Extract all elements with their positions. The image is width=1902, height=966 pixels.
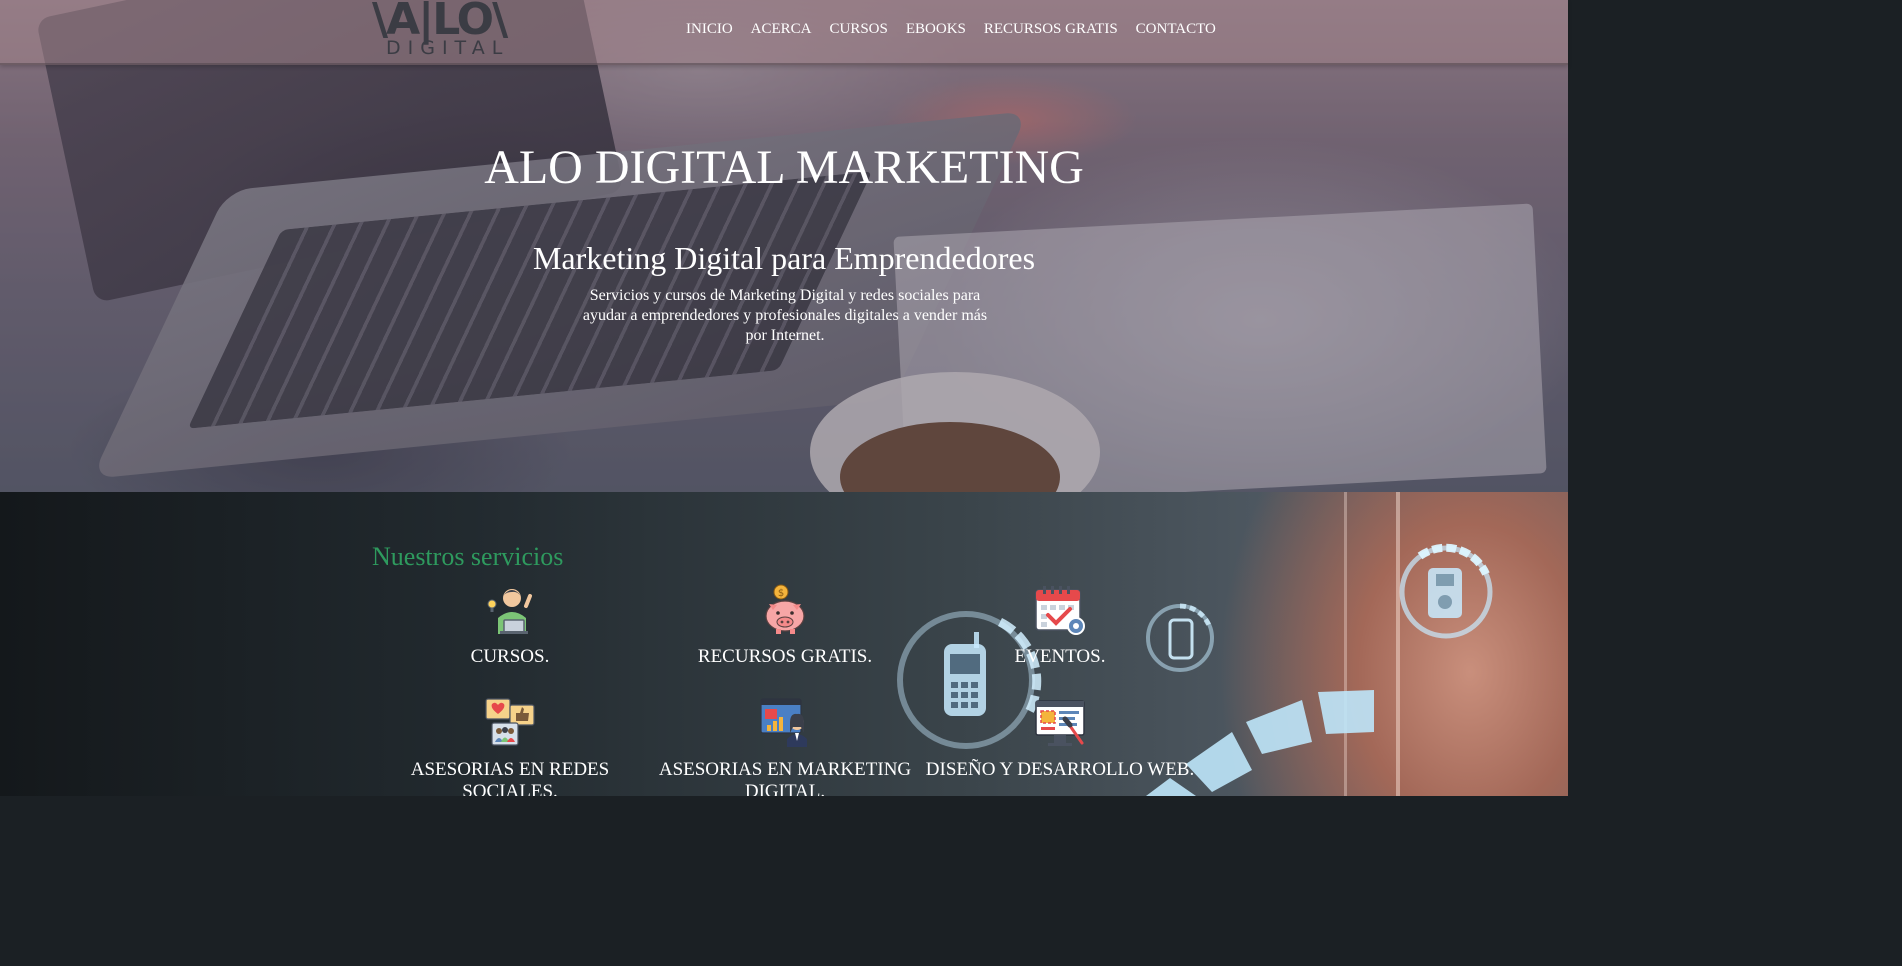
nav-item-inicio[interactable]: INICIO (686, 19, 733, 39)
service-cursos[interactable]: CURSOS. (370, 584, 650, 668)
nav-item-contacto[interactable]: CONTACTO (1136, 19, 1216, 39)
service-label: ASESORIAS EN MARKETING DIGITAL. (658, 759, 912, 796)
piggy-bank-icon: $ (765, 584, 805, 634)
service-diseno-desarrollo-web[interactable]: DISEÑO Y DESARROLLO WEB. (920, 697, 1200, 781)
nav-item-acerca[interactable]: ACERCA (751, 19, 812, 39)
service-label: ASESORIAS EN REDES SOCIALES. (410, 759, 610, 796)
svg-text:$: $ (778, 588, 784, 599)
hero-section: ALO DIGITAL MARKETING Marketing Digital … (0, 0, 1568, 492)
service-label: RECURSOS GRATIS. (697, 646, 873, 667)
hero-subtitle: Marketing Digital para Emprendedores (532, 240, 1036, 276)
nav-item-recursos-gratis[interactable]: RECURSOS GRATIS (984, 19, 1118, 39)
web-design-icon (1035, 700, 1085, 746)
services-section: Nuestros servicios CURSOS. $ RECURSOS GR… (0, 492, 1568, 796)
logo-subtitle: DIGITAL (386, 37, 510, 59)
site-logo[interactable]: \A|LO\ DIGITAL (372, 0, 532, 62)
service-asesorias-redes-sociales[interactable]: ASESORIAS EN REDES SOCIALES. (370, 697, 650, 796)
service-label: DISEÑO Y DESARROLLO WEB. (925, 759, 1195, 780)
student-laptop-icon (487, 589, 532, 634)
hero-description: Servicios y cursos de Marketing Digital … (582, 287, 988, 344)
social-media-chat-icon (485, 698, 535, 746)
service-eventos[interactable]: EVENTOS. (920, 584, 1200, 668)
nav-item-ebooks[interactable]: EBOOKS (906, 19, 966, 39)
service-asesorias-marketing-digital[interactable]: ASESORIAS EN MARKETING DIGITAL. (645, 697, 925, 796)
nav-item-cursos[interactable]: CURSOS (830, 19, 888, 39)
service-label: EVENTOS. (1014, 646, 1106, 667)
calendar-check-icon (1035, 586, 1085, 635)
service-label: CURSOS. (470, 646, 550, 667)
main-nav: INICIO ACERCA CURSOS EBOOKS RECURSOS GRA… (686, 19, 1216, 39)
analytics-presenter-icon (760, 698, 807, 747)
hero-title: ALO DIGITAL MARKETING (484, 141, 1084, 194)
service-recursos-gratis[interactable]: $ RECURSOS GRATIS. (645, 584, 925, 668)
top-navbar: \A|LO\ DIGITAL INICIO ACERCA CURSOS EBOO… (0, 0, 1568, 65)
services-heading: Nuestros servicios (372, 542, 564, 571)
